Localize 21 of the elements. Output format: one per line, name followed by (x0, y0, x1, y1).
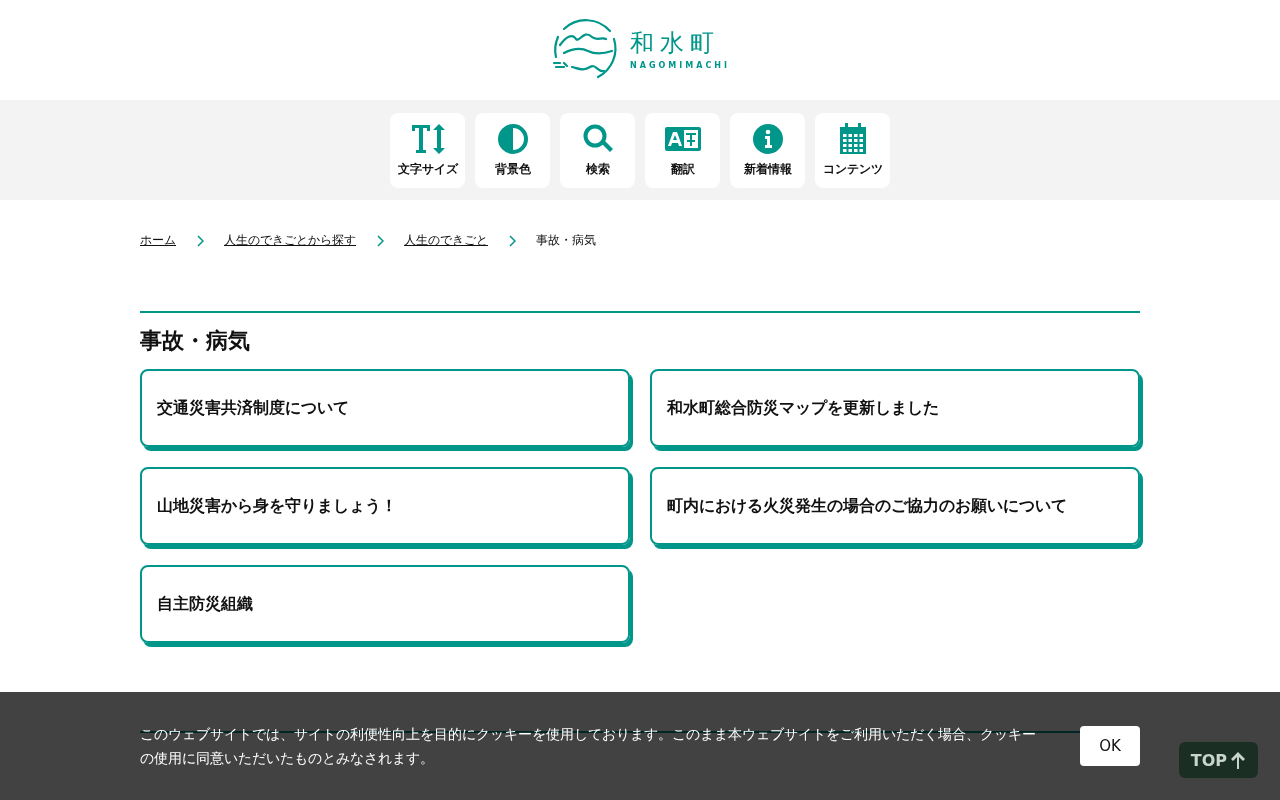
toolbar-button[interactable]: 背景色 (475, 112, 550, 188)
breadcrumb-current: 事故・病気 (536, 232, 596, 249)
chevron-right-icon (508, 234, 516, 247)
breadcrumb-link[interactable]: ホーム (140, 232, 176, 249)
toolbar-button[interactable]: 翻訳 (645, 112, 720, 188)
ok-button[interactable]: OK (1080, 726, 1140, 766)
arrow-up-icon (1230, 751, 1246, 769)
toolbar-button[interactable]: 文字サイズ (390, 112, 465, 188)
logo-subtitle: NAGOMIMACHI (630, 60, 730, 70)
chevron-right-icon (376, 234, 384, 247)
breadcrumb-link[interactable]: 人生のできごとから探す (224, 232, 356, 249)
toolbar-button[interactable]: 新着情報 (730, 112, 805, 188)
section-heading: 事故・病気 (140, 311, 1140, 356)
logo-title: 和水町 (630, 30, 721, 55)
cookie-notice: このウェブサイトでは、サイトの利便性向上を目的にクッキーを使用しております。このまま本ウェブサイトをご利用いただく場合、クッキーの使用に同意いただいたものとみなされます。 (140, 725, 1037, 768)
toolbar-button[interactable]: 検索 (560, 112, 635, 188)
toolbar-button[interactable]: コンテンツ (815, 112, 890, 188)
chevron-right-icon (196, 234, 204, 247)
text-size-icon (409, 122, 446, 155)
breadcrumb-link[interactable]: 人生のできごと (404, 232, 488, 249)
back-to-top-button[interactable]: TOP (1178, 742, 1258, 778)
